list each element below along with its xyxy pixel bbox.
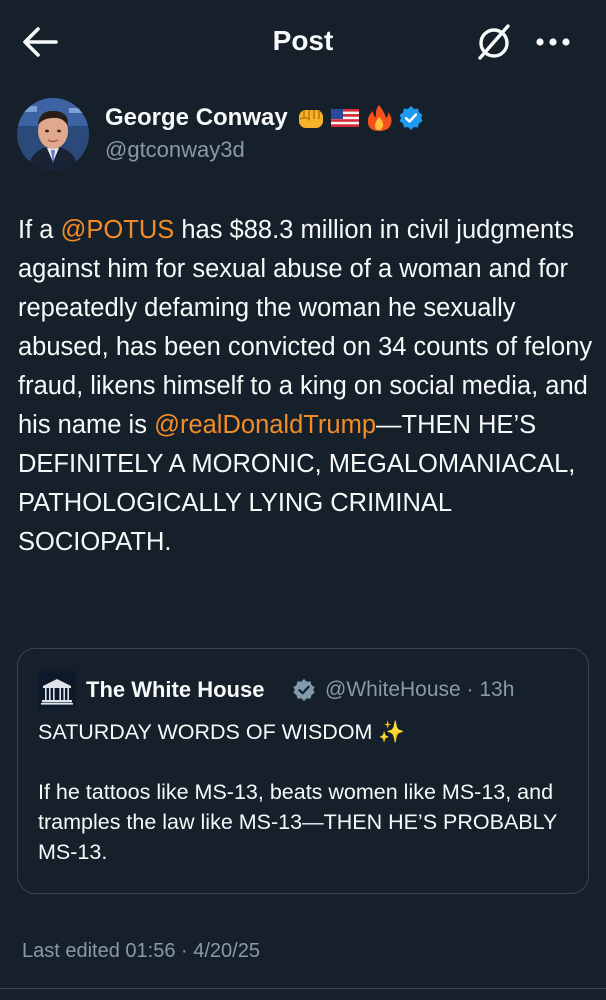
white-house-icon	[38, 671, 76, 709]
grok-button[interactable]	[472, 20, 516, 64]
verified-badge-icon	[399, 106, 423, 130]
top-bar: Post	[0, 0, 606, 84]
post-detail-page: Post George Conway @gtconway3d If a @POT…	[0, 0, 606, 1000]
quoted-text: SATURDAY WORDS OF WISDOM ✨ If he tattoos…	[38, 717, 568, 867]
more-horizontal-icon	[536, 38, 570, 46]
quoted-post[interactable]: The White House @WhiteHouse · 13h SATURD…	[17, 648, 589, 894]
post-text: If a @POTUS has $88.3 million in civil j…	[18, 211, 598, 562]
quoted-avatar	[38, 671, 76, 709]
post-text-segment: has $88.3 million in civil judgments aga…	[18, 216, 593, 439]
author-name-emojis	[296, 103, 424, 133]
mention-link[interactable]: @realDonaldTrump	[154, 411, 376, 439]
author-name[interactable]: George Conway	[105, 104, 288, 132]
mention-link[interactable]: @POTUS	[61, 216, 175, 244]
quoted-verified	[292, 678, 316, 702]
quoted-handle-time: @WhiteHouse · 13h	[325, 678, 515, 701]
post-timestamp[interactable]: Last edited 01:56 · 4/20/25	[22, 940, 260, 963]
quoted-text-line: SATURDAY WORDS OF WISDOM ✨	[38, 720, 406, 744]
more-options-button[interactable]	[533, 27, 577, 57]
author-handle[interactable]: @gtconway3d	[105, 137, 245, 163]
quoted-text-line: If he tattoos like MS-13, beats women li…	[38, 780, 557, 864]
fire-icon	[367, 105, 392, 131]
us-flag-icon	[331, 109, 359, 127]
divider	[0, 988, 606, 989]
post-text-segment: If a	[18, 216, 61, 244]
quoted-author-name: The White House	[86, 677, 265, 702]
grok-icon	[478, 24, 510, 60]
verified-badge-icon	[293, 678, 315, 702]
author-avatar[interactable]	[17, 98, 89, 170]
author-photo	[17, 98, 89, 170]
fist-icon	[299, 110, 323, 128]
